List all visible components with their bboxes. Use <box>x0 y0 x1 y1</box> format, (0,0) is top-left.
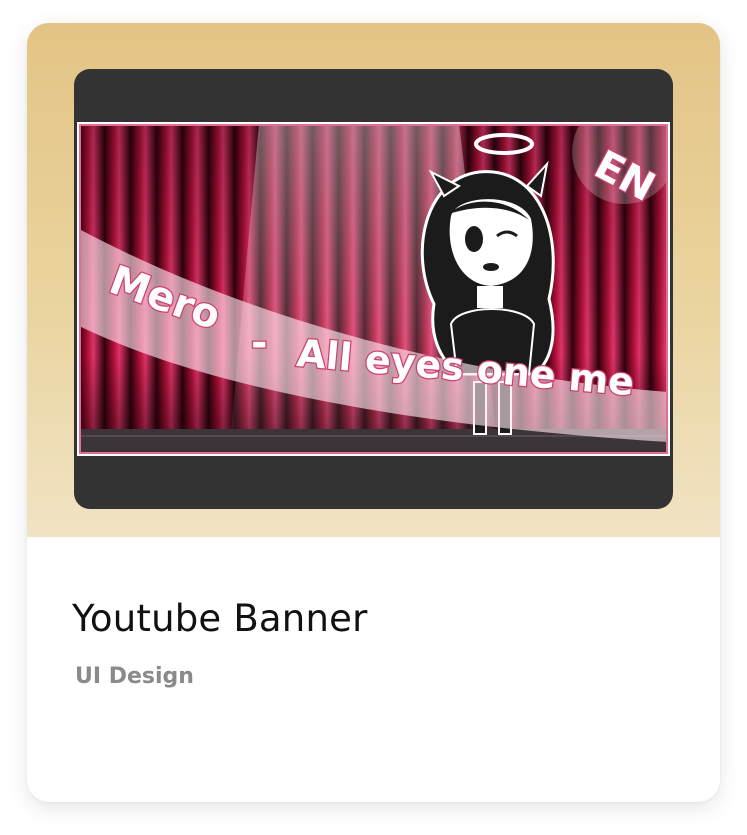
device-mockup-frame: EN Mero - All eyes one me <box>74 69 673 509</box>
card-title[interactable]: Youtube Banner <box>72 597 367 640</box>
youtube-banner-thumbnail[interactable]: EN Mero - All eyes one me <box>79 124 668 454</box>
portfolio-card[interactable]: EN Mero - All eyes one me Youtube Banner… <box>27 23 720 802</box>
card-category: UI Design <box>75 664 194 689</box>
banner-separator-text: - <box>251 320 268 366</box>
card-image-area: EN Mero - All eyes one me <box>27 23 720 537</box>
device-screen: EN Mero - All eyes one me <box>77 122 670 456</box>
